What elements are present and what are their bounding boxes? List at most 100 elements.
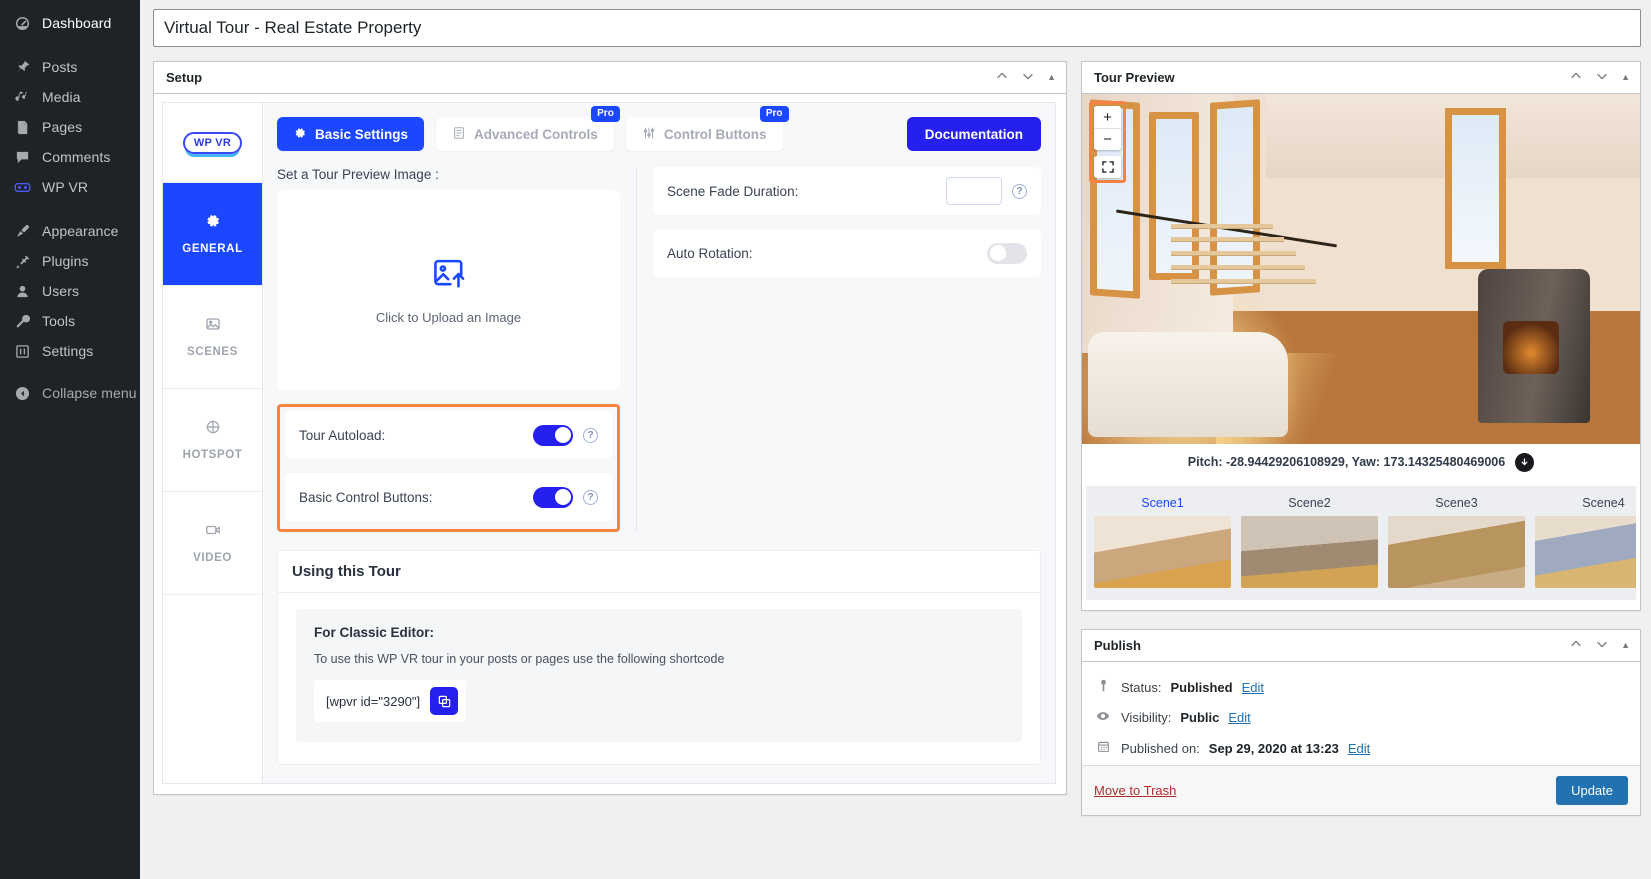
toggle-panel-icon[interactable]: ▲ — [1621, 73, 1630, 82]
tab-label: Basic Settings — [315, 127, 408, 142]
pages-icon — [12, 117, 32, 137]
vtab-general[interactable]: GENERAL — [163, 183, 262, 286]
sidebar-item-settings[interactable]: Settings — [0, 336, 140, 366]
toggle-panel-icon[interactable]: ▲ — [1047, 73, 1056, 82]
pro-badge: Pro — [591, 106, 620, 122]
video-camera-icon — [205, 522, 221, 542]
scene-fade-duration-input[interactable] — [946, 177, 1002, 205]
update-button[interactable]: Update — [1556, 776, 1628, 805]
sidebar-item-pages[interactable]: Pages — [0, 112, 140, 142]
toggle-panel-icon[interactable]: ▲ — [1621, 641, 1630, 650]
move-down-icon[interactable] — [1595, 637, 1609, 655]
scene-item[interactable]: Scene3 — [1388, 496, 1525, 588]
download-icon[interactable] — [1515, 453, 1534, 472]
sidebar-item-label: Pages — [42, 119, 82, 135]
fullscreen-button-group — [1094, 156, 1121, 178]
sliders-icon — [642, 126, 656, 143]
move-up-icon[interactable] — [1569, 637, 1583, 655]
move-down-icon[interactable] — [1021, 69, 1035, 87]
sidebar-item-media[interactable]: Media — [0, 82, 140, 112]
edit-date-link[interactable]: Edit — [1348, 741, 1370, 756]
documentation-button[interactable]: Documentation — [907, 117, 1041, 151]
sidebar-item-posts[interactable]: Posts — [0, 52, 140, 82]
user-icon — [12, 281, 32, 301]
tab-advanced-controls[interactable]: Advanced Controls Pro — [436, 117, 614, 151]
sidebar-item-comments[interactable]: Comments — [0, 142, 140, 172]
using-this-tour-body: For Classic Editor: To use this WP VR to… — [278, 593, 1040, 764]
sidebar-item-users[interactable]: Users — [0, 276, 140, 306]
zoom-out-button[interactable]: − — [1094, 128, 1121, 150]
help-icon[interactable]: ? — [1012, 184, 1027, 199]
zoom-in-button[interactable]: + — [1094, 106, 1121, 128]
classic-editor-title: For Classic Editor: — [314, 625, 1004, 640]
wpvr-logo: WP VR — [163, 103, 262, 183]
post-title-input[interactable] — [153, 9, 1641, 47]
dashboard-icon — [12, 13, 32, 33]
toggle-knob — [555, 427, 571, 443]
sidebar-item-label: Users — [42, 283, 79, 299]
tab-basic-settings[interactable]: Basic Settings — [277, 117, 424, 151]
edit-status-link[interactable]: Edit — [1242, 680, 1264, 695]
pitch-yaw-text: Pitch: -28.94429206108929, Yaw: 173.1432… — [1188, 455, 1505, 469]
tour-autoload-toggle[interactable] — [533, 425, 573, 446]
sidebar-item-wp-vr[interactable]: WP VR — [0, 172, 140, 202]
toggle-knob — [990, 245, 1006, 261]
wp-admin-screen: Dashboard Posts Media Pages Comments — [0, 0, 1651, 879]
publish-status-value: Published — [1170, 680, 1232, 695]
main-column: Setup ▲ — [153, 61, 1067, 813]
collapse-menu-label: Collapse menu — [42, 385, 137, 401]
sidebar-item-plugins[interactable]: Plugins — [0, 246, 140, 276]
sidebar-item-label: Posts — [42, 59, 78, 75]
general-tab-pane: Basic Settings Advanced Controls Pro — [262, 102, 1056, 784]
auto-rotation-toggle[interactable] — [987, 243, 1027, 264]
side-column: Tour Preview ▲ — [1081, 61, 1641, 834]
vtab-hotspot[interactable]: HOTSPOT — [163, 389, 262, 492]
gear-icon — [293, 126, 307, 143]
copy-shortcode-button[interactable] — [430, 687, 458, 715]
move-up-icon[interactable] — [1569, 69, 1583, 87]
basic-control-buttons-toggle[interactable] — [533, 487, 573, 508]
sliders-icon — [12, 341, 32, 361]
fullscreen-button[interactable] — [1094, 156, 1121, 178]
panorama-viewer[interactable]: + − — [1082, 94, 1640, 444]
move-up-icon[interactable] — [995, 69, 1009, 87]
pano-stove — [1478, 269, 1590, 423]
setup-panel-title: Setup — [166, 70, 202, 85]
vtab-video[interactable]: VIDEO — [163, 492, 262, 595]
sidebar-item-label: Dashboard — [42, 15, 111, 31]
wpvr-setup-body: WP VR GENERAL — [154, 94, 1066, 794]
move-to-trash-link[interactable]: Move to Trash — [1094, 783, 1176, 798]
collapse-menu-button[interactable]: Collapse menu — [0, 378, 140, 408]
publish-handle-actions: ▲ — [1569, 637, 1630, 655]
wpvr-vertical-tabs: WP VR GENERAL — [162, 102, 262, 784]
edit-visibility-link[interactable]: Edit — [1228, 710, 1250, 725]
setting-label: Scene Fade Duration: — [667, 184, 798, 199]
scene-item[interactable]: Scene1 — [1094, 496, 1231, 588]
pano-stairs — [1171, 224, 1316, 301]
calendar-icon — [1094, 740, 1112, 756]
setting-basic-control-buttons: Basic Control Buttons: ? — [285, 473, 612, 521]
help-icon[interactable]: ? — [583, 428, 598, 443]
sidebar-item-appearance[interactable]: Appearance — [0, 216, 140, 246]
scene-item[interactable]: Scene4 — [1535, 496, 1636, 588]
plug-icon — [12, 251, 32, 271]
sidebar-item-label: Settings — [42, 343, 93, 359]
panorama-image — [1082, 94, 1640, 444]
vtab-scenes[interactable]: SCENES — [163, 286, 262, 389]
scene-thumbnail — [1388, 516, 1525, 588]
upload-image-dropzone[interactable]: Click to Upload an Image — [277, 190, 620, 390]
collapse-arrow-icon — [12, 383, 32, 403]
vtab-label: SCENES — [187, 346, 238, 358]
sidebar-item-tools[interactable]: Tools — [0, 306, 140, 336]
help-icon[interactable]: ? — [583, 490, 598, 505]
setup-postbox: Setup ▲ — [153, 61, 1067, 795]
toggle-knob — [555, 489, 571, 505]
publish-body: Status: Published Edit Visibility: Publi… — [1082, 662, 1640, 765]
pano-sofa — [1088, 332, 1289, 437]
scene-item[interactable]: Scene2 — [1241, 496, 1378, 588]
sidebar-item-dashboard[interactable]: Dashboard — [0, 8, 140, 38]
vtab-label: VIDEO — [193, 552, 232, 564]
move-down-icon[interactable] — [1595, 69, 1609, 87]
tab-control-buttons[interactable]: Control Buttons Pro — [626, 117, 783, 151]
scene-name: Scene1 — [1094, 496, 1231, 510]
